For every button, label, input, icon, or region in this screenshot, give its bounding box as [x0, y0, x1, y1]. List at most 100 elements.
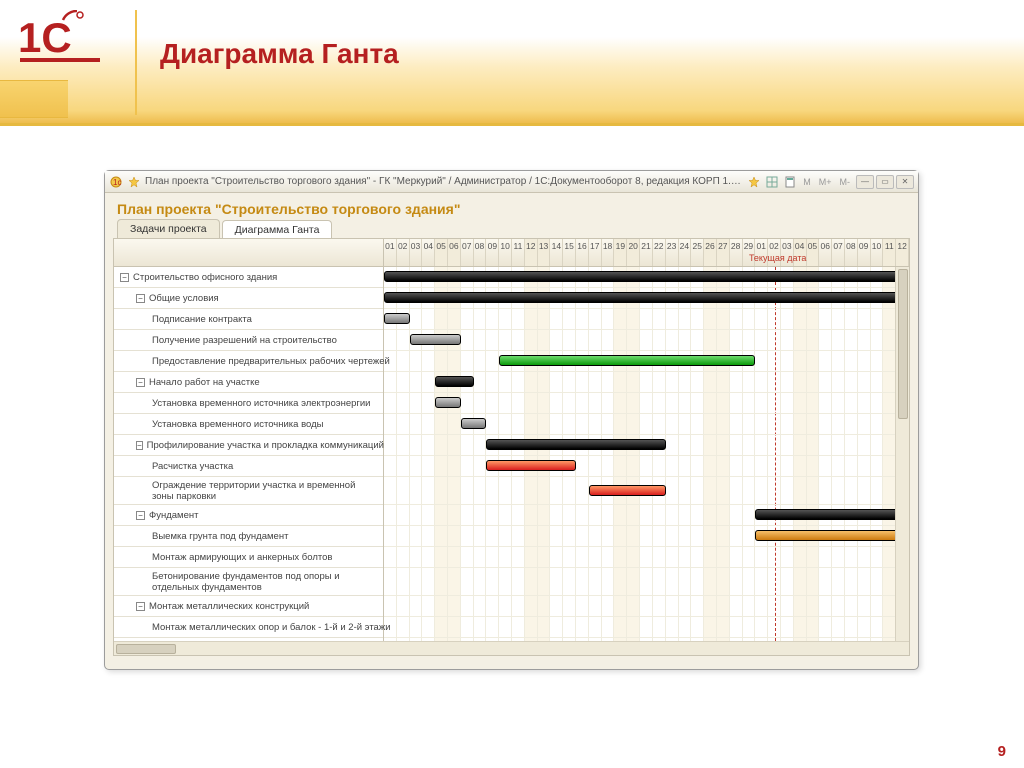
page-number: 9 [998, 743, 1006, 760]
gantt-bar[interactable] [410, 334, 461, 345]
gantt-bar[interactable] [755, 509, 909, 520]
minimize-button[interactable]: — [856, 175, 874, 189]
task-label: Общие условия [149, 293, 219, 304]
gantt-bar[interactable] [384, 271, 909, 282]
task-row[interactable]: Установка временного источника воды [114, 414, 383, 435]
gantt-bar[interactable] [499, 355, 755, 366]
tabs: Задачи проекта Диаграмма Ганта [105, 219, 918, 238]
vertical-scrollbar[interactable] [895, 267, 909, 641]
task-label: Монтаж металлических конструкций [149, 601, 309, 612]
timeline-day: 03 [410, 239, 423, 266]
mem-m[interactable]: M [801, 177, 813, 187]
task-row[interactable]: Монтаж армирующих и анкерных болтов [114, 547, 383, 568]
expand-toggle[interactable]: − [136, 294, 145, 303]
mem-mminus[interactable]: M- [838, 177, 853, 187]
task-label: Установка временного источника воды [152, 419, 323, 430]
task-label: Ограждение территории участка и временно… [152, 480, 379, 502]
timeline-day: 22 [653, 239, 666, 266]
task-row[interactable]: −Общие условия [114, 288, 383, 309]
task-row[interactable]: −Начало работ на участке [114, 372, 383, 393]
timeline-day: 25 [691, 239, 704, 266]
task-row[interactable]: Расчистка участка [114, 456, 383, 477]
task-row[interactable]: Предоставление предварительных рабочих ч… [114, 351, 383, 372]
task-row[interactable]: Получение разрешений на строительство [114, 330, 383, 351]
task-row[interactable]: −Монтаж металлических конструкций [114, 596, 383, 617]
gantt-bars-area [384, 267, 909, 641]
document-title: План проекта "Строительство торгового зд… [105, 193, 918, 219]
timeline-day: 13 [538, 239, 551, 266]
tab-gantt[interactable]: Диаграмма Ганта [222, 220, 333, 239]
timeline-day: 01 [384, 239, 397, 266]
timeline-day: 28 [730, 239, 743, 266]
gantt-bar[interactable] [755, 530, 909, 541]
titlebar: 1c План проекта "Строительство торгового… [105, 171, 918, 193]
timeline-day: 09 [486, 239, 499, 266]
expand-toggle[interactable]: − [136, 441, 143, 450]
task-label: Получение разрешений на строительство [152, 335, 337, 346]
timeline-day: 17 [589, 239, 602, 266]
star-icon-2[interactable] [747, 175, 761, 189]
task-label: Профилирование участка и прокладка комму… [147, 440, 384, 451]
timeline-day: 24 [679, 239, 692, 266]
timeline-day: 06 [448, 239, 461, 266]
timeline-day: 08 [845, 239, 858, 266]
timeline-day: 06 [819, 239, 832, 266]
slide-header: 1C Диаграмма Ганта [0, 0, 1024, 126]
mem-mplus[interactable]: M+ [817, 177, 834, 187]
timeline-day: 23 [666, 239, 679, 266]
task-row[interactable]: Бетонирование фундаментов под опоры и от… [114, 568, 383, 596]
timeline-day: 05 [807, 239, 820, 266]
gantt-bar[interactable] [486, 460, 576, 471]
timeline-day: 18 [602, 239, 615, 266]
header-divider [135, 10, 137, 115]
task-row[interactable]: Установка временного источника электроэн… [114, 393, 383, 414]
task-row[interactable]: −Фундамент [114, 505, 383, 526]
task-label: Расчистка участка [152, 461, 233, 472]
gantt-bar[interactable] [486, 439, 665, 450]
expand-toggle[interactable]: − [136, 511, 145, 520]
timeline-day: 10 [499, 239, 512, 266]
gantt-bar[interactable] [384, 313, 410, 324]
horizontal-scrollbar[interactable] [114, 641, 909, 655]
timeline-day: 15 [563, 239, 576, 266]
task-label: Выемка грунта под фундамент [152, 531, 288, 542]
grid-icon[interactable] [765, 175, 779, 189]
app-window: 1c План проекта "Строительство торгового… [104, 170, 919, 670]
task-row[interactable]: −Строительство офисного здания [114, 267, 383, 288]
gantt-bar[interactable] [384, 292, 909, 303]
header-accent-bar [0, 80, 68, 118]
gantt-header: 0102030405060708091011121314151617181920… [114, 239, 909, 267]
task-row[interactable]: Выемка грунта под фундамент [114, 526, 383, 547]
task-label: Начало работ на участке [149, 377, 260, 388]
gantt-bar[interactable] [461, 418, 487, 429]
gantt-bar[interactable] [435, 376, 473, 387]
expand-toggle[interactable]: − [136, 602, 145, 611]
timeline-day: 16 [576, 239, 589, 266]
gantt-bar[interactable] [435, 397, 461, 408]
maximize-button[interactable]: ▭ [876, 175, 894, 189]
task-label: Установка временного источника электроэн… [152, 398, 370, 409]
task-list: −Строительство офисного здания−Общие усл… [114, 267, 384, 641]
task-row[interactable]: Ограждение территории участка и временно… [114, 477, 383, 505]
task-label: Бетонирование фундаментов под опоры и от… [152, 571, 379, 593]
timeline-day: 07 [832, 239, 845, 266]
close-button[interactable]: ✕ [896, 175, 914, 189]
expand-toggle[interactable]: − [120, 273, 129, 282]
task-label: Строительство офисного здания [133, 272, 277, 283]
timeline-day: 19 [614, 239, 627, 266]
expand-toggle[interactable]: − [136, 378, 145, 387]
gantt-bar[interactable] [589, 485, 666, 496]
task-label: Фундамент [149, 510, 198, 521]
timeline-day: 05 [435, 239, 448, 266]
timeline-day: 14 [550, 239, 563, 266]
timeline-day: 08 [474, 239, 487, 266]
star-icon[interactable] [127, 175, 141, 189]
task-row[interactable]: −Профилирование участка и прокладка комм… [114, 435, 383, 456]
timeline-day: 10 [871, 239, 884, 266]
timeline-day: 09 [858, 239, 871, 266]
tab-tasks[interactable]: Задачи проекта [117, 219, 220, 238]
calc-icon[interactable] [783, 175, 797, 189]
task-row[interactable]: Монтаж металлических опор и балок - 1-й … [114, 617, 383, 638]
timeline-day: 07 [461, 239, 474, 266]
task-row[interactable]: Подписание контракта [114, 309, 383, 330]
